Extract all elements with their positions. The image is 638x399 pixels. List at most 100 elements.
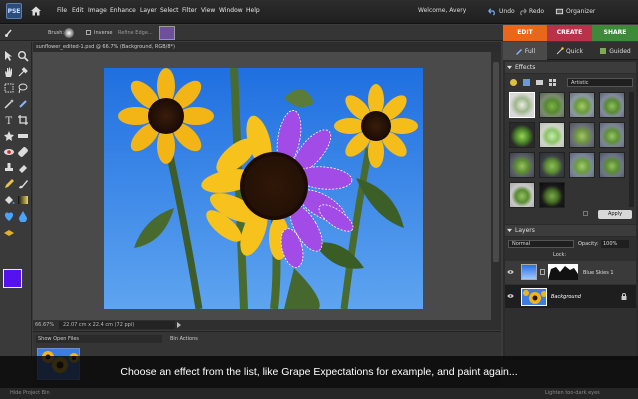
effect-thumb-11[interactable] <box>569 152 595 178</box>
blur-tool-icon[interactable] <box>17 210 29 222</box>
lasso-tool-icon[interactable] <box>17 82 29 94</box>
photoshop-elements-window: PSE File Edit Image Enhance Layer Select… <box>0 0 638 399</box>
canvas-vertical-scrollbar[interactable] <box>491 52 501 320</box>
effect-thumb-7[interactable] <box>569 122 595 148</box>
visibility-eye-icon[interactable] <box>507 293 514 299</box>
foreground-color-swatch[interactable] <box>3 269 22 288</box>
effects-category-value: Artistic <box>571 80 589 86</box>
red-eye-tool-icon[interactable] <box>3 146 15 158</box>
inverse-checkbox[interactable] <box>86 30 91 35</box>
type-tool-icon[interactable]: T <box>3 114 15 126</box>
show-open-files-dropdown[interactable]: Show Open Files <box>36 335 162 343</box>
subtab-full[interactable]: Full <box>503 42 547 60</box>
menu-image[interactable]: Image <box>88 7 107 14</box>
visibility-eye-icon[interactable] <box>507 269 514 275</box>
hide-project-bin-button[interactable]: Hide Project Bin <box>10 390 50 396</box>
effects-panel-header[interactable]: Effects <box>505 62 636 73</box>
menu-enhance[interactable]: Enhance <box>110 7 136 14</box>
layer-mask-thumbnail[interactable] <box>548 264 578 280</box>
gradient-tool-icon[interactable] <box>17 194 29 206</box>
effect-thumb-12[interactable] <box>599 152 625 178</box>
layer-row[interactable]: Blue Skies 1 <box>505 261 636 284</box>
brush-preview[interactable] <box>64 28 74 38</box>
refine-edge-button[interactable]: Refine Edge... <box>118 30 153 36</box>
effect-thumb-4[interactable] <box>599 92 625 118</box>
scroll-thumb[interactable] <box>493 62 499 262</box>
move-tool-icon[interactable] <box>3 50 15 62</box>
apply-effect-button[interactable]: Apply <box>598 210 632 219</box>
paint-bucket-tool-icon[interactable] <box>3 194 15 206</box>
subtab-guided[interactable]: Guided <box>592 42 638 60</box>
undo-icon <box>488 8 495 16</box>
opacity-field[interactable]: 100% <box>601 240 629 248</box>
effects-scrollbar[interactable] <box>629 92 634 207</box>
selection-brush-tool-icon[interactable] <box>17 98 29 110</box>
menu-window[interactable]: Window <box>219 7 243 14</box>
eraser-tool-icon[interactable] <box>17 162 29 174</box>
layer-mask-thumb[interactable] <box>159 26 175 40</box>
collapse-triangle-icon <box>507 228 512 233</box>
status-bar: 66.67% 22.07 cm x 22.4 cm (72 ppi) <box>33 320 501 330</box>
shape-tool-icon[interactable] <box>3 210 15 222</box>
organizer-button[interactable]: Organizer <box>555 5 595 18</box>
hand-tool-icon[interactable] <box>3 66 15 78</box>
bin-actions-menu[interactable]: Bin Actions <box>170 336 198 342</box>
effect-thumb-14[interactable] <box>539 182 565 208</box>
edit-subtabs: Full Quick Guided <box>503 42 638 60</box>
clone-stamp-tool-icon[interactable] <box>3 162 15 174</box>
menu-view[interactable]: View <box>201 7 215 14</box>
pencil-tool-icon[interactable] <box>3 178 15 190</box>
effect-thumb-13[interactable] <box>509 182 535 208</box>
tab-edit[interactable]: EDIT <box>503 25 547 41</box>
home-icon[interactable] <box>30 5 42 17</box>
zoom-level[interactable]: 66.67% <box>35 322 54 328</box>
effect-thumb-9[interactable] <box>509 152 535 178</box>
sponge-tool-icon[interactable] <box>3 226 15 238</box>
layer-row-selected[interactable]: Background <box>505 285 636 308</box>
lock-label: Lock: <box>553 252 567 258</box>
menu-layer[interactable]: Layer <box>140 7 157 14</box>
effect-thumb-1[interactable] <box>509 92 535 118</box>
magic-wand-tool-icon[interactable] <box>3 98 15 110</box>
healing-brush-tool-icon[interactable] <box>17 146 29 158</box>
cookie-cutter-tool-icon[interactable] <box>3 130 15 142</box>
marquee-tool-icon[interactable] <box>3 82 15 94</box>
show-all-icon[interactable] <box>548 78 557 87</box>
effect-thumb-8[interactable] <box>599 122 625 148</box>
effect-thumb-3[interactable] <box>569 92 595 118</box>
redo-button[interactable]: Redo <box>518 5 544 18</box>
effects-option-checkbox[interactable] <box>583 211 588 216</box>
subtab-quick[interactable]: Quick <box>547 42 592 60</box>
subtab-quick-label: Quick <box>566 47 583 55</box>
zoom-tool-icon[interactable] <box>17 50 29 62</box>
effect-thumb-2[interactable] <box>539 92 565 118</box>
photo-effects-icon[interactable] <box>535 78 544 87</box>
menu-file[interactable]: File <box>57 7 67 14</box>
effects-category-dropdown[interactable]: Artistic <box>567 78 633 87</box>
menu-help[interactable]: Help <box>246 7 260 14</box>
document-tab[interactable]: sunflower_edited-1.psd @ 66.7% (Backgrou… <box>33 42 501 52</box>
eyedropper-tool-icon[interactable] <box>17 66 29 78</box>
effect-thumb-10[interactable] <box>539 152 565 178</box>
straighten-tool-icon[interactable] <box>17 130 29 142</box>
blend-mode-dropdown[interactable]: Normal <box>508 240 574 248</box>
effect-thumb-5[interactable] <box>509 122 535 148</box>
crop-tool-icon[interactable] <box>17 114 29 126</box>
menu-filter[interactable]: Filter <box>182 7 197 14</box>
selection-brush-icon[interactable] <box>4 28 14 38</box>
menu-select[interactable]: Select <box>160 7 179 14</box>
layers-panel-header[interactable]: Layers <box>505 225 636 236</box>
effects-title: Effects <box>515 64 536 71</box>
brush-tool-icon[interactable] <box>17 178 29 190</box>
filters-icon[interactable] <box>509 78 518 87</box>
effect-thumb-grape-expectations[interactable] <box>539 122 565 148</box>
document-image[interactable] <box>104 68 423 309</box>
status-menu-arrow-icon[interactable] <box>176 322 182 328</box>
layer-styles-icon[interactable] <box>522 78 531 87</box>
tab-share[interactable]: SHARE <box>592 25 638 41</box>
tab-create[interactable]: CREATE <box>547 25 592 41</box>
undo-button[interactable]: Undo <box>488 5 515 18</box>
bottom-bar: Hide Project Bin Lighten too-dark eyes <box>0 388 638 399</box>
menu-edit[interactable]: Edit <box>72 7 84 14</box>
blend-mode-value: Normal <box>512 241 531 247</box>
